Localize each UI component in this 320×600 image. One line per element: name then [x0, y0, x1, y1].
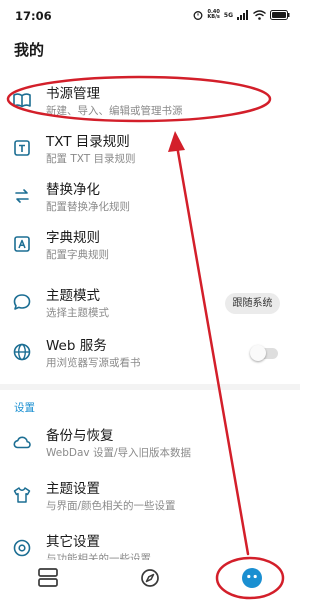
item-title: 备份与恢复: [46, 428, 114, 444]
menu-item-theme-mode[interactable]: 主题模式 选择主题模式 跟随系统: [0, 280, 300, 326]
nav-bookshelf-button[interactable]: [34, 564, 62, 592]
menu-item-dictionary-rules[interactable]: 字典规则 配置字典规则: [0, 222, 300, 268]
cell-signal-icon: [237, 10, 248, 20]
item-subtitle: 配置字典规则: [46, 249, 109, 261]
toggle-knob: [250, 345, 266, 361]
item-subtitle: 用浏览器写源或看书: [46, 357, 141, 369]
item-title: 替换净化: [46, 182, 100, 198]
alarm-icon: [193, 11, 203, 20]
item-subtitle: 新建、导入、编辑或管理书源: [46, 105, 183, 117]
follow-system-button[interactable]: 跟随系统: [225, 293, 280, 314]
item-title: Web 服务: [46, 338, 107, 354]
bottom-nav: [0, 560, 300, 600]
wifi-icon: [253, 10, 266, 20]
page-title: 我的: [14, 41, 45, 59]
net-speed: 0.40 KB/s: [207, 10, 220, 20]
item-subtitle: 配置 TXT 目录规则: [46, 153, 136, 165]
a-box-icon: [14, 236, 30, 252]
menu-item-replace-purify[interactable]: 替换净化 配置替换净化规则: [0, 174, 300, 220]
network-type-label: 5G: [223, 11, 233, 19]
nav-discover-button[interactable]: [136, 564, 164, 592]
item-title: 其它设置: [46, 534, 100, 550]
item-subtitle: 选择主题模式: [46, 307, 109, 319]
t-box-icon: [14, 140, 30, 156]
status-time: 17:06: [15, 9, 52, 23]
item-title: 主题模式: [46, 288, 100, 304]
item-title: 书源管理: [46, 86, 100, 102]
profile-icon: [242, 568, 262, 588]
section-divider: [0, 384, 300, 390]
eye-icon: [13, 539, 31, 557]
book-icon: [13, 93, 31, 108]
battery-icon: [270, 10, 290, 20]
net-speed-unit: KB/s: [207, 14, 220, 20]
tshirt-icon: [13, 487, 31, 503]
menu-item-theme-settings[interactable]: 主题设置 与界面/颜色相关的一些设置: [0, 473, 300, 519]
bookshelf-icon: [38, 568, 58, 587]
cloud-icon: [13, 436, 31, 449]
item-title: 字典规则: [46, 230, 100, 246]
status-bar: 17:06 0.40 KB/s 5G: [0, 0, 300, 28]
item-title: TXT 目录规则: [46, 134, 130, 150]
globe-icon: [13, 343, 31, 361]
status-icons: 0.40 KB/s 5G: [193, 7, 290, 23]
item-title: 主题设置: [46, 481, 100, 497]
item-subtitle: 与界面/颜色相关的一些设置: [46, 500, 176, 512]
swap-icon: [15, 189, 29, 203]
item-subtitle: WebDav 设置/导入旧版本数据: [46, 447, 192, 459]
section-label-settings: 设置: [14, 402, 35, 414]
speech-bubble-icon: [13, 294, 31, 310]
menu-item-web-service[interactable]: Web 服务 用浏览器写源或看书: [0, 330, 300, 376]
web-service-toggle[interactable]: [250, 345, 278, 361]
menu-item-book-source-management[interactable]: 书源管理 新建、导入、编辑或管理书源: [0, 78, 300, 124]
menu-item-backup-restore[interactable]: 备份与恢复 WebDav 设置/导入旧版本数据: [0, 420, 300, 466]
compass-icon: [141, 569, 159, 587]
menu-item-txt-toc-rules[interactable]: TXT 目录规则 配置 TXT 目录规则: [0, 126, 300, 172]
nav-profile-button[interactable]: [238, 564, 266, 592]
item-subtitle: 配置替换净化规则: [46, 201, 130, 213]
